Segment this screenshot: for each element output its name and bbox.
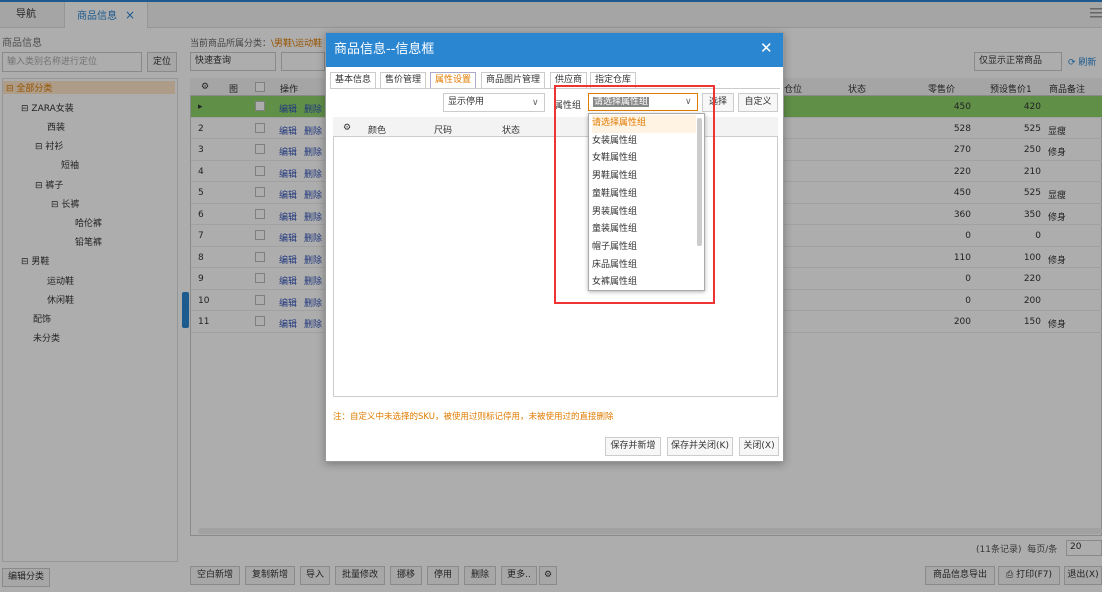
close-icon[interactable]: ✕ (760, 39, 773, 57)
custom-button[interactable]: 自定义 (738, 93, 778, 112)
tab-images[interactable]: 商品图片管理 (481, 72, 546, 88)
save-and-close-button[interactable]: 保存并关闭(K) (667, 437, 733, 456)
tab-price[interactable]: 售价管理 (380, 72, 427, 88)
dialog-title: 商品信息--信息框 (326, 33, 783, 67)
show-disabled-select[interactable]: 显示停用 ∨ (443, 93, 545, 112)
show-disabled-value: 显示停用 (448, 97, 485, 107)
tab-attributes[interactable]: 属性设置 (430, 72, 477, 88)
close-button[interactable]: 关闭(X) (739, 437, 779, 456)
header-size: 尺码 (434, 126, 453, 136)
note-text: 注：自定义中未选择的SKU，被使用过则标记停用，未被使用过的直接删除 (333, 412, 614, 422)
header-color: 颜色 (368, 126, 387, 136)
highlight-box (554, 85, 715, 304)
save-and-new-button[interactable]: 保存并新增 (605, 437, 661, 456)
sku-settings-icon[interactable]: ⚙ (343, 123, 351, 133)
chevron-down-icon: ∨ (532, 98, 539, 108)
header-sku-status: 状态 (502, 126, 521, 136)
tab-basic-info[interactable]: 基本信息 (330, 72, 377, 88)
